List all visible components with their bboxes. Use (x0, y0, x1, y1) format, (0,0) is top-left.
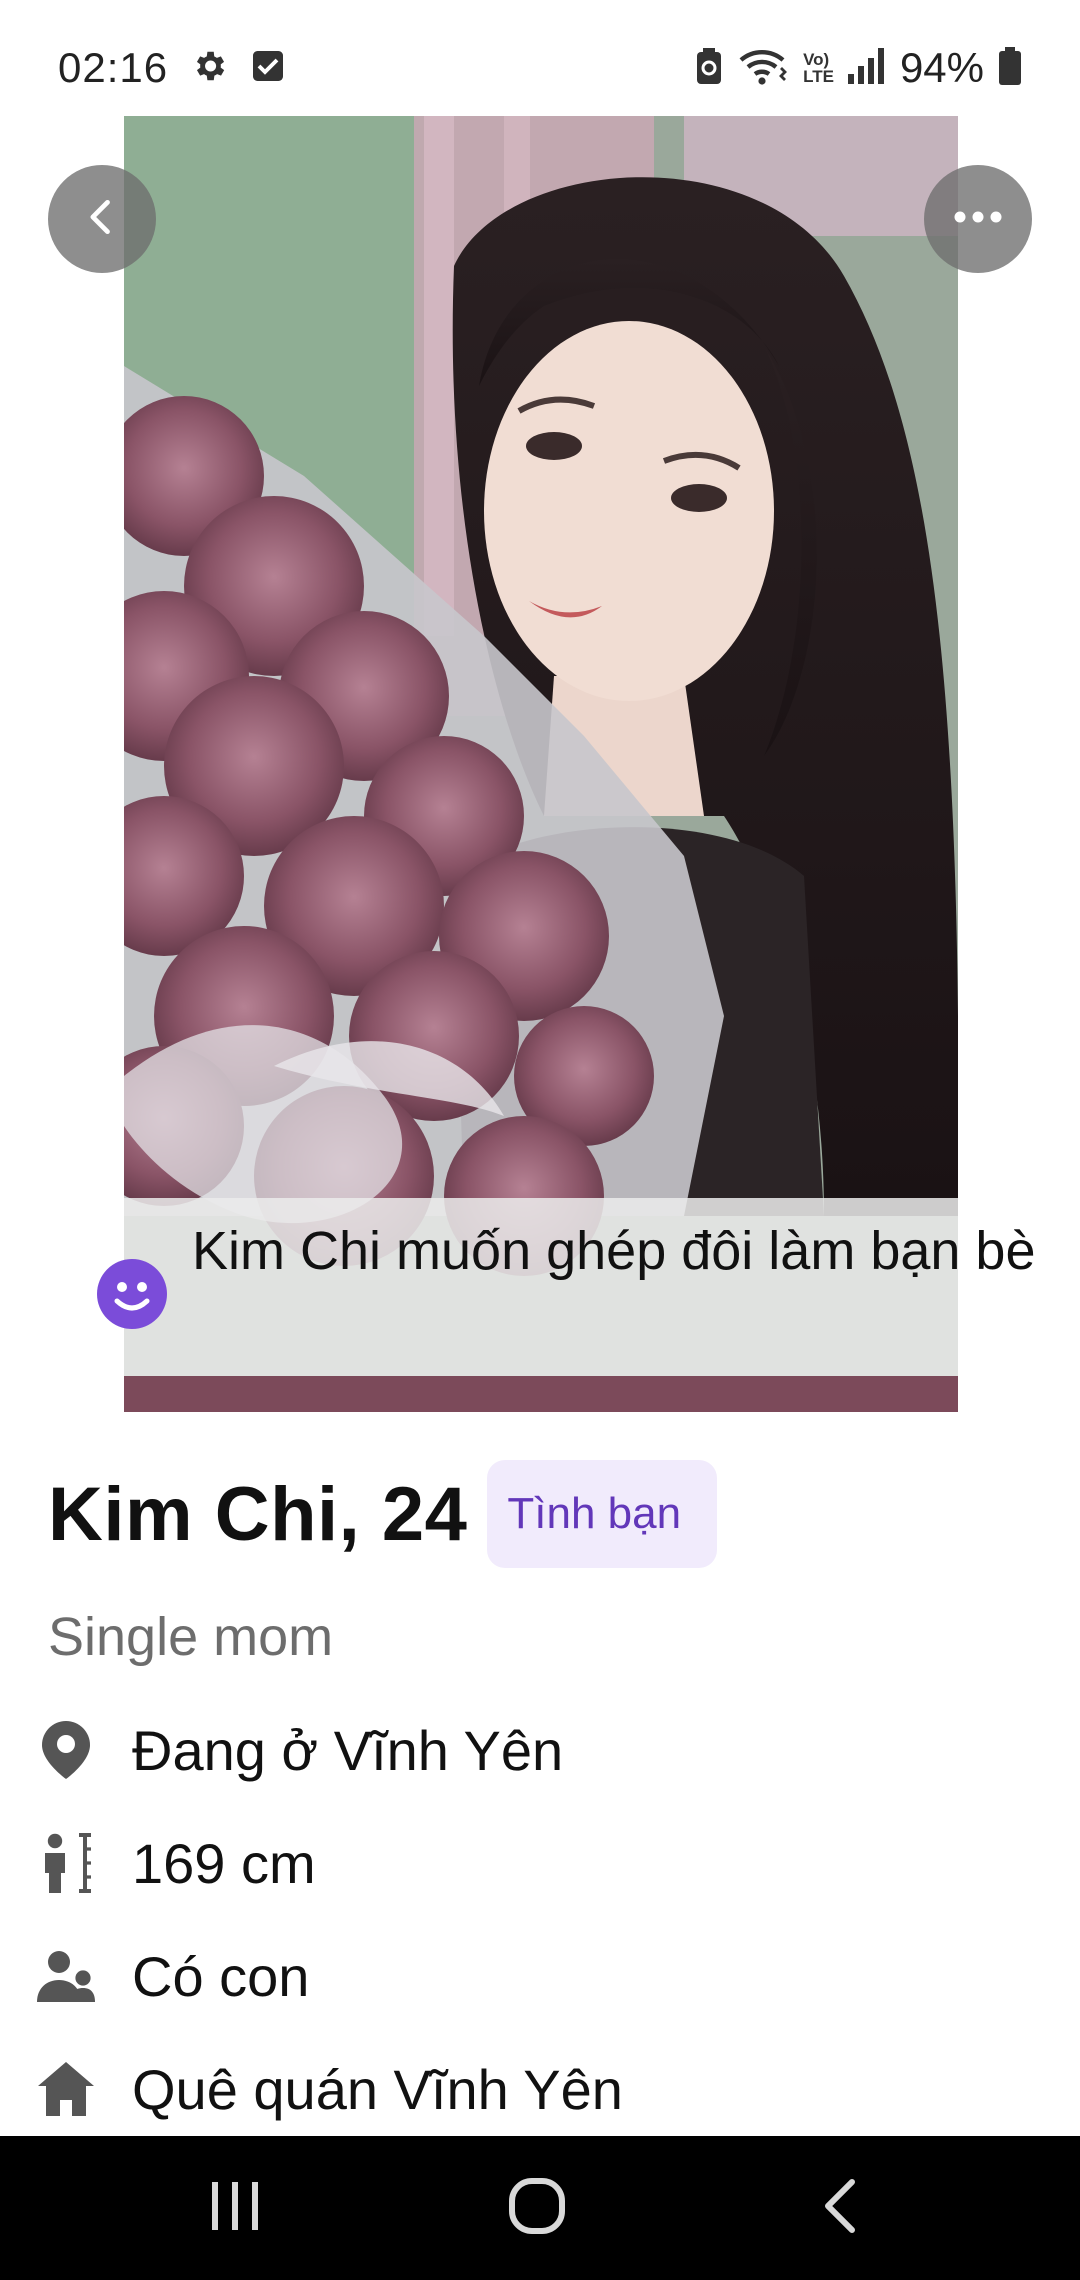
relationship-goal-chip: Tình bạn (487, 1460, 718, 1568)
detail-children: Có con (36, 1936, 1036, 2016)
volte-label-bottom: LTE (803, 67, 834, 86)
location-pin-icon (36, 1720, 96, 1780)
system-navigation-bar (0, 2136, 1080, 2280)
detail-children-text: Có con (132, 1944, 310, 2008)
battery-percent: 94% (899, 44, 984, 91)
more-options-button[interactable] (924, 165, 1032, 273)
more-options-icon (952, 209, 1004, 230)
gear-icon (190, 47, 228, 90)
profile-tagline: Single mom (48, 1607, 334, 1667)
height-icon (36, 1833, 96, 1893)
volte-icon: Vo) LTE (803, 51, 834, 85)
battery-saver-icon (693, 46, 725, 91)
wifi-icon (739, 46, 789, 91)
status-bar: 02:16 Vo) LTE 94% (0, 0, 1080, 116)
back-button[interactable] (48, 165, 156, 273)
battery-icon (998, 46, 1022, 90)
name-row: Kim Chi, 24 Tình bạn (48, 1460, 718, 1568)
home-nav-button[interactable] (497, 2172, 577, 2244)
home-nav-icon (508, 2177, 566, 2240)
volte-label-top: Vo) (803, 50, 830, 69)
detail-height-text: 169 cm (132, 1831, 316, 1895)
detail-height: 169 cm (36, 1823, 1036, 1903)
status-right: Vo) LTE 94% (693, 44, 1022, 92)
recent-apps-button[interactable] (195, 2172, 275, 2244)
checkbox-icon (250, 48, 286, 89)
back-nav-button[interactable] (800, 2172, 880, 2244)
back-icon (80, 195, 124, 244)
detail-hometown: Quê quán Vĩnh Yên (36, 2049, 1036, 2129)
profile-name-age: Kim Chi, 24 (48, 1471, 468, 1557)
signal-icon (847, 47, 886, 89)
detail-location: Đang ở Vĩnh Yên (36, 1710, 1036, 1790)
detail-location-text: Đang ở Vĩnh Yên (132, 1718, 564, 1782)
smile-icon (97, 1259, 167, 1329)
recent-apps-icon (210, 2180, 260, 2237)
status-time: 02:16 (58, 44, 169, 91)
match-caption-text: Kim Chi muốn ghép đôi làm bạn bè (192, 1221, 1036, 1281)
children-icon (36, 1946, 96, 2006)
detail-hometown-text: Quê quán Vĩnh Yên (132, 2057, 623, 2121)
status-left: 02:16 (58, 44, 286, 92)
home-icon (36, 2059, 96, 2119)
back-nav-icon (820, 2178, 860, 2239)
